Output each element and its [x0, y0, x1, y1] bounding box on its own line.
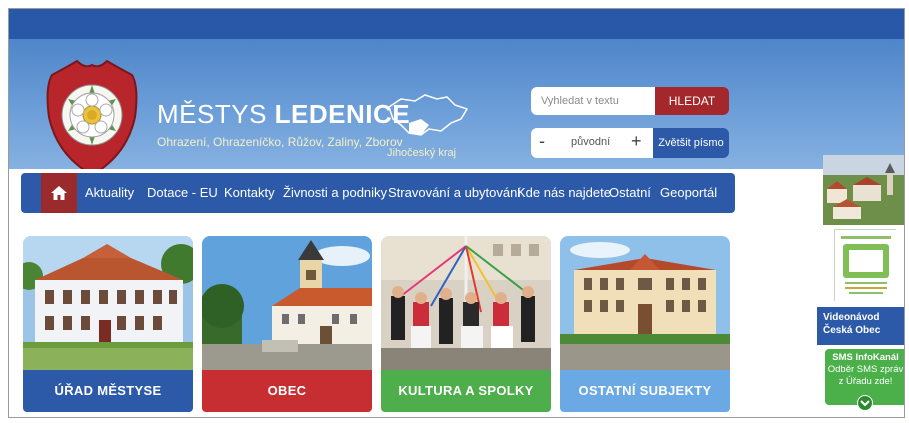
main-navigation: Aktuality Dotace - EU Kontakty Živnosti …: [21, 173, 735, 213]
tile-obec[interactable]: OBEC: [202, 236, 372, 412]
folk-dance-photo: [381, 236, 551, 370]
video-guide-line2: Česká Obec: [823, 325, 881, 336]
chevron-down-icon[interactable]: [857, 395, 873, 411]
tile-label: OBEC: [202, 370, 372, 412]
sms-line1: Odběr SMS zpráv: [827, 364, 904, 375]
font-size-control: - původní +: [531, 128, 653, 158]
site-title[interactable]: MĚSTYS LEDENICE: [157, 99, 410, 130]
nav-item-geoportal[interactable]: Geoportál: [660, 173, 717, 213]
region-label: Jihočeský kraj: [387, 147, 457, 159]
title-prefix: MĚSTYS: [157, 99, 267, 129]
town-hall-photo: [23, 236, 193, 370]
village-aerial-photo[interactable]: [823, 155, 905, 225]
czech-map-icon[interactable]: [385, 89, 471, 145]
tile-label: OSTATNÍ SUBJEKTY: [560, 370, 730, 412]
search-input[interactable]: Vyhledat v textu: [531, 87, 655, 115]
nav-item-zivnosti[interactable]: Živnosti a podniky: [283, 173, 387, 213]
font-enlarge-button[interactable]: Zvětšit písmo: [653, 128, 729, 158]
school-building-photo: [560, 236, 730, 370]
video-guide-link[interactable]: Videonávod Česká Obec: [817, 307, 904, 345]
header: MĚSTYS LEDENICE Ohrazení, Ohrazeníčko, R…: [9, 39, 904, 177]
nav-item-ostatni[interactable]: Ostatní: [609, 173, 651, 213]
search-button[interactable]: HLEDAT: [655, 87, 729, 115]
font-size-value: původní: [571, 136, 611, 148]
nav-item-kontakty[interactable]: Kontakty: [224, 173, 275, 213]
top-bar: [9, 9, 904, 39]
font-decrease-button[interactable]: -: [539, 131, 545, 152]
nav-item-aktuality[interactable]: Aktuality: [85, 173, 134, 213]
tile-ostatni-subjekty[interactable]: OSTATNÍ SUBJEKTY: [560, 236, 730, 412]
tile-label: ÚŘAD MĚSTYSE: [23, 370, 193, 412]
tile-urad-mestyse[interactable]: ÚŘAD MĚSTYSE: [23, 236, 193, 412]
tile-label: KULTURA A SPOLKY: [381, 370, 551, 412]
chevron-glyph: [860, 400, 870, 407]
nav-item-kde-nas-najdete[interactable]: Kde nás najdete: [517, 173, 611, 213]
font-increase-button[interactable]: +: [631, 131, 642, 152]
coat-of-arms-logo[interactable]: [37, 57, 147, 179]
tile-kultura-a-spolky[interactable]: KULTURA A SPOLKY: [381, 236, 551, 412]
sms-title: SMS InfoKanál: [832, 352, 899, 363]
video-guide-line1: Videonávod: [823, 312, 880, 323]
church-photo: [202, 236, 372, 370]
site-subtitle: Ohrazení, Ohrazeníčko, Růžov, Zaliny, Zb…: [157, 135, 403, 149]
home-icon: [51, 186, 67, 200]
sms-line2: z Úřadu zde!: [838, 376, 893, 387]
page-frame: MĚSTYS LEDENICE Ohrazení, Ohrazeníčko, R…: [8, 8, 905, 418]
ceska-obec-badge[interactable]: [834, 229, 897, 302]
certificate-icon: [835, 230, 897, 302]
sms-infokanal-link[interactable]: SMS InfoKanál Odběr SMS zpráv z Úřadu zd…: [825, 349, 904, 411]
nav-home[interactable]: [41, 173, 77, 213]
nav-item-stravovani[interactable]: Stravování a ubytování: [388, 173, 521, 213]
nav-item-dotace[interactable]: Dotace - EU: [147, 173, 218, 213]
